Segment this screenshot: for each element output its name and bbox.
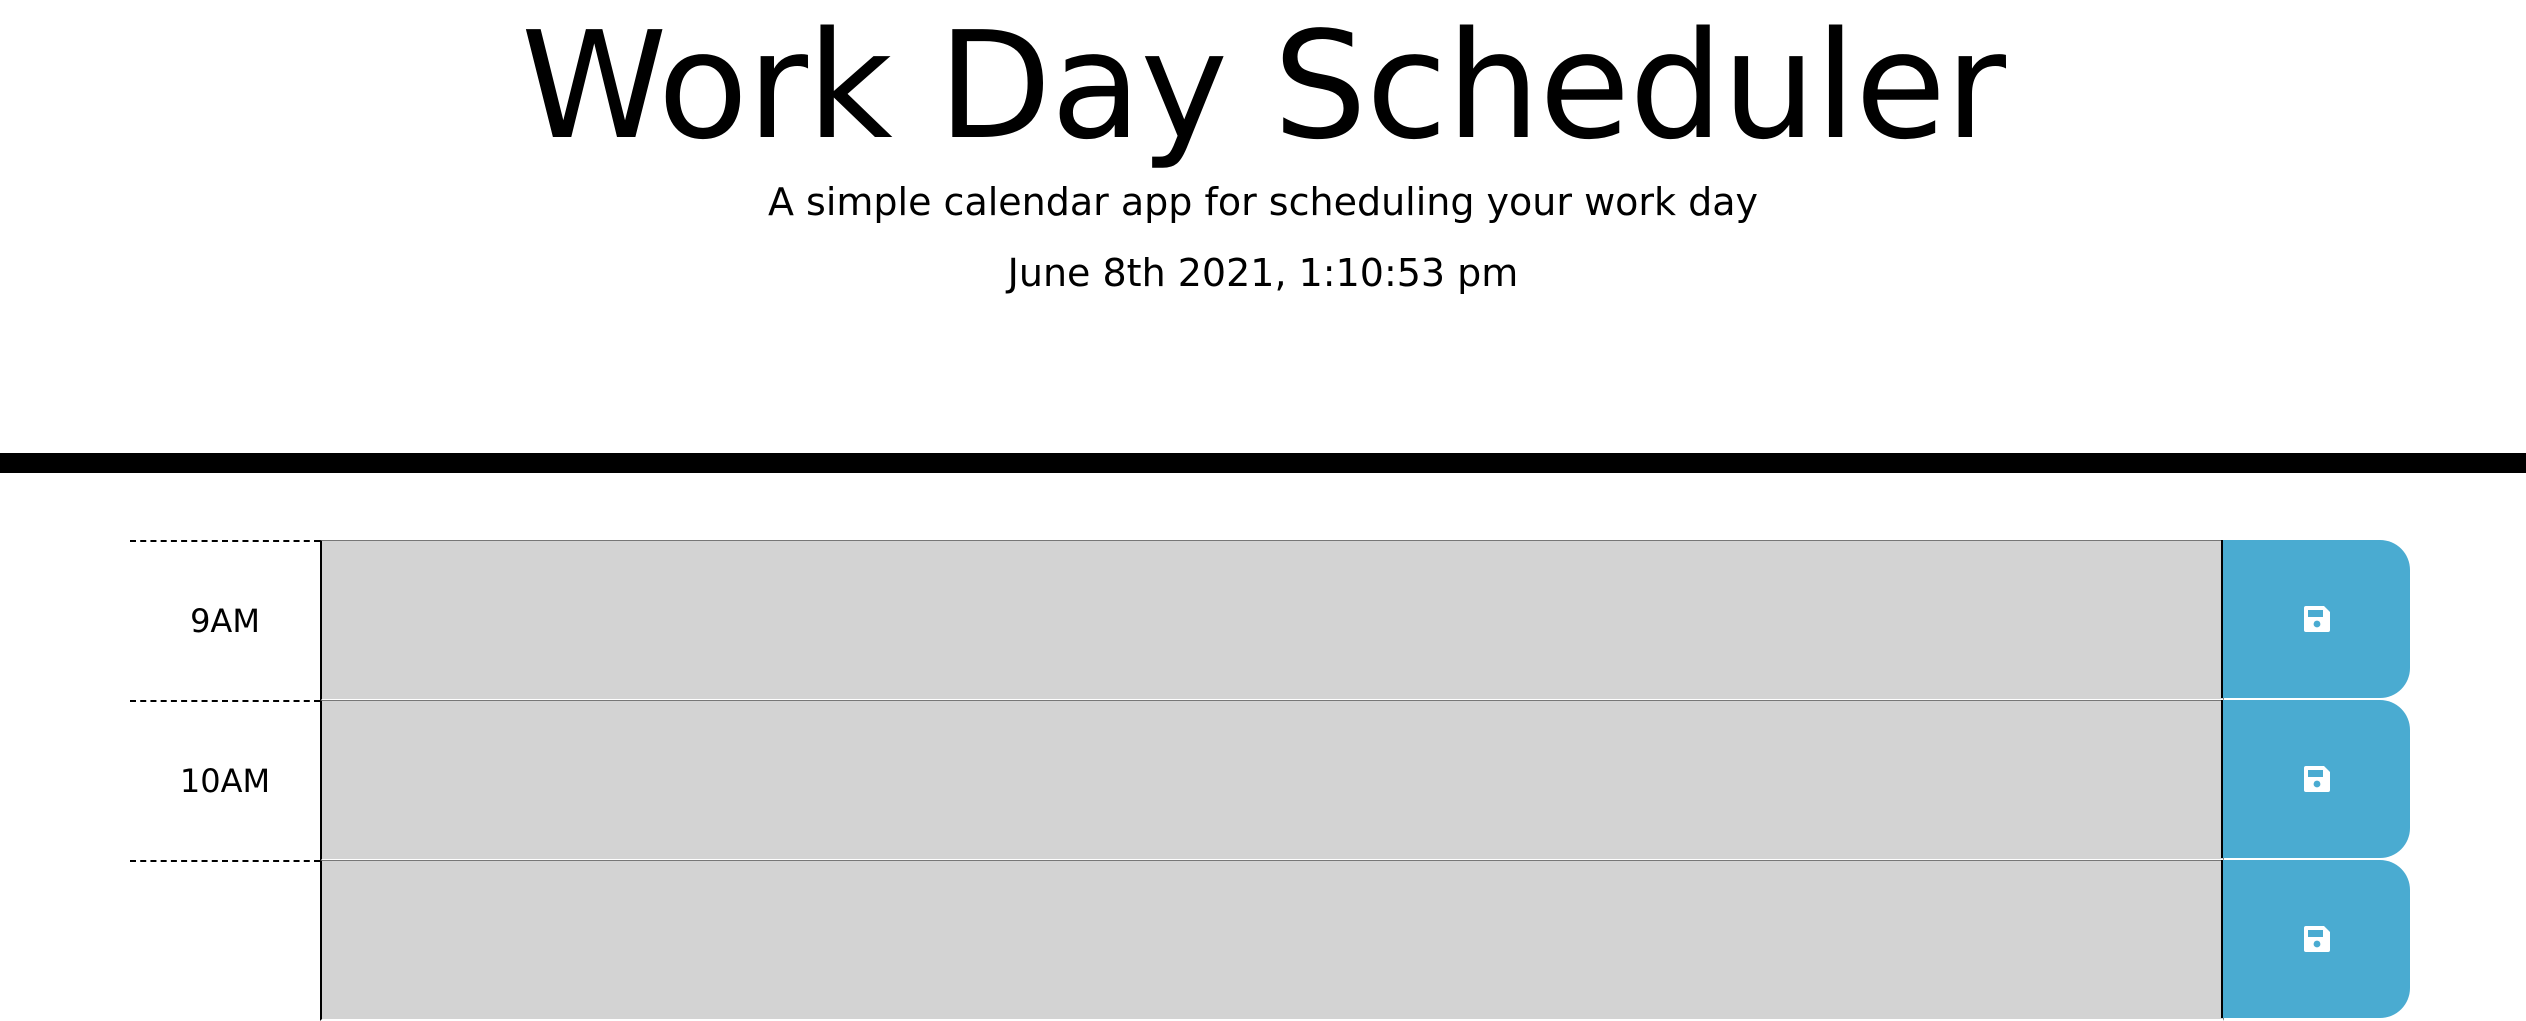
event-description-input[interactable] [320,700,2224,861]
save-button[interactable] [2221,540,2410,698]
save-button[interactable] [2221,860,2410,1018]
event-description-input[interactable] [320,540,2224,701]
hour-label: 10AM [130,700,320,860]
time-block-row: 10AM [130,700,2410,861]
hour-label: 9AM [130,540,320,700]
floppy-disk-icon [2303,925,2331,953]
page-title: Work Day Scheduler [520,0,2006,172]
floppy-disk-icon [2303,605,2331,633]
schedule-container: 9AM 10AM [130,540,2410,1021]
time-block-row: 9AM [130,540,2410,701]
current-day: June 8th 2021, 1:10:53 pm [1007,251,1519,295]
hour-label [130,860,320,1020]
time-block-row [130,860,2410,1021]
page-subtitle: A simple calendar app for scheduling you… [767,180,1759,224]
floppy-disk-icon [2303,765,2331,793]
event-description-input[interactable] [320,860,2224,1021]
header: Work Day Scheduler A simple calendar app… [0,0,2526,473]
save-button[interactable] [2221,700,2410,858]
